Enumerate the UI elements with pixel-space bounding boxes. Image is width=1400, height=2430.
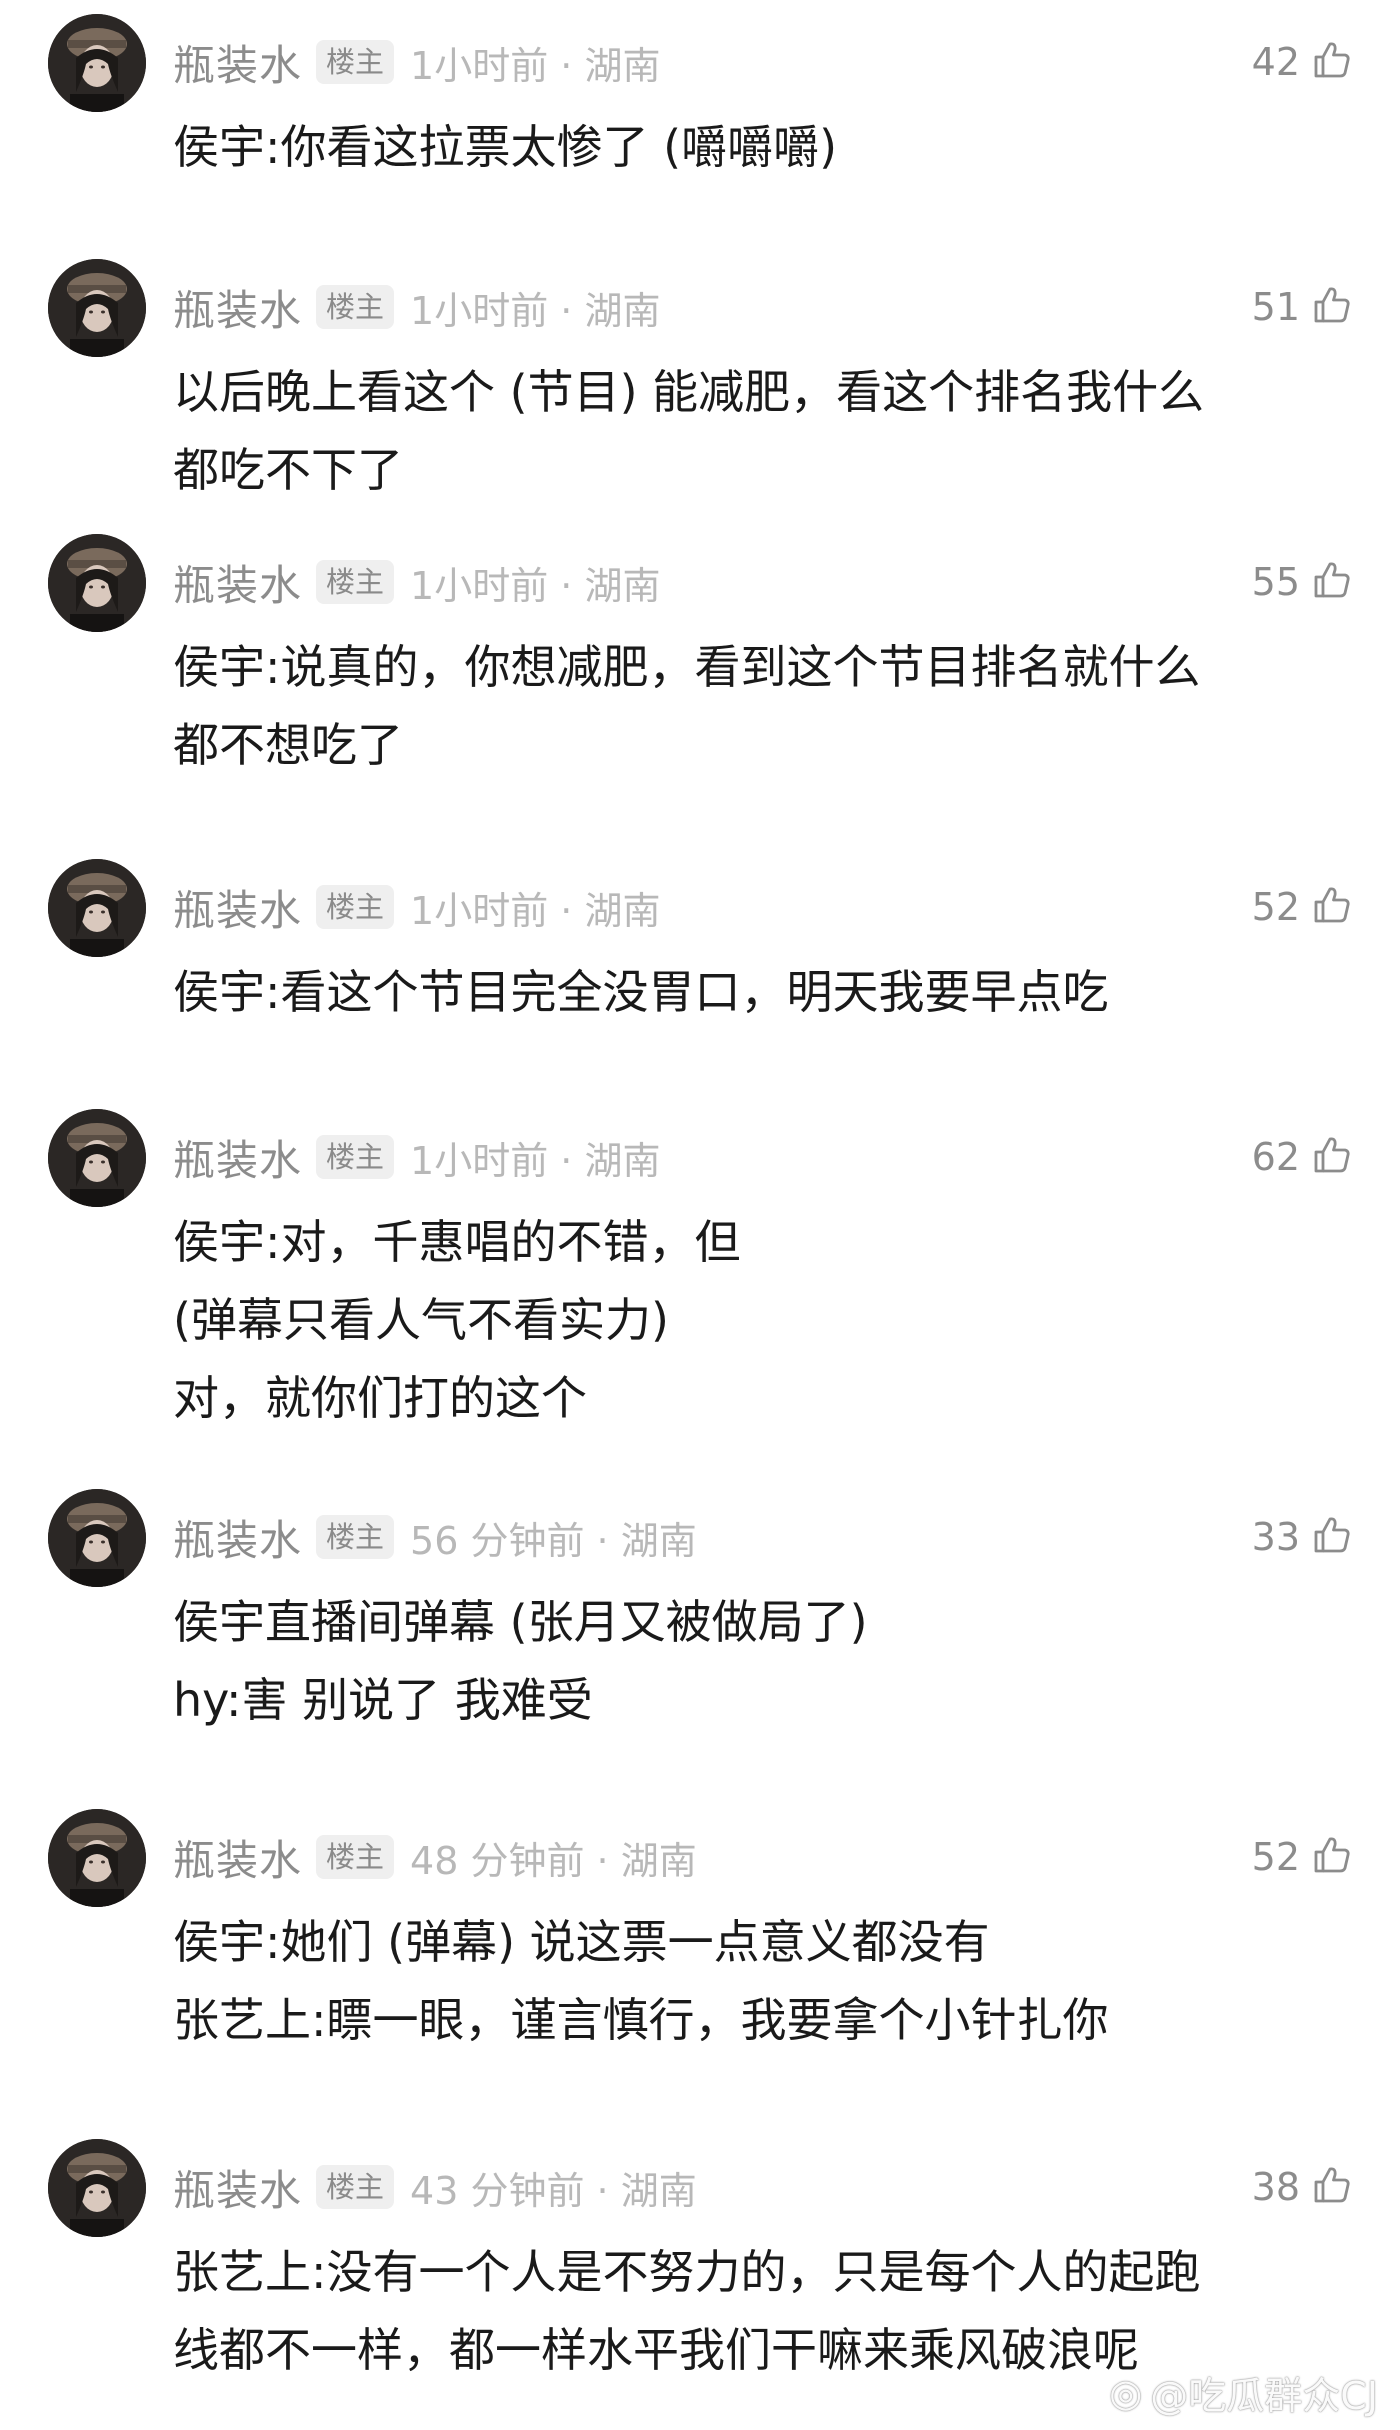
avatar[interactable] [48, 14, 146, 112]
comment-meta: 瓶装水 楼主 43 分钟前 · 湖南 [173, 2155, 697, 2219]
like-count: 52 [1251, 885, 1300, 929]
timestamp-location: 1小时前 · 湖南 [410, 1138, 661, 1183]
like-count: 55 [1251, 560, 1300, 604]
comment-text-line: 侯宇:你看这拉票太惨了 (嚼嚼嚼) [173, 120, 838, 174]
avatar[interactable] [48, 534, 146, 632]
comment-text-line: 张艺上:没有一个人是不努力的，只是每个人的起跑 [173, 2245, 1201, 2299]
thumbs-up-icon[interactable] [1312, 2165, 1352, 2209]
comment-meta: 瓶装水 楼主 1小时前 · 湖南 [173, 275, 660, 339]
timestamp-location: 43 分钟前 · 湖南 [410, 2168, 697, 2213]
username[interactable]: 瓶装水 [173, 1127, 302, 1188]
like-button[interactable]: 52 [1252, 875, 1352, 939]
like-count: 62 [1251, 1135, 1300, 1179]
thumbs-up-icon[interactable] [1312, 285, 1352, 329]
like-count: 33 [1251, 1515, 1300, 1559]
thumbs-up-icon[interactable] [1312, 1515, 1352, 1559]
timestamp-location: 48 分钟前 · 湖南 [410, 1838, 697, 1883]
comment-text-line: 张艺上:瞟一眼，谨言慎行，我要拿个小针扎你 [173, 1993, 1109, 2047]
comment-meta: 瓶装水 楼主 1小时前 · 湖南 [173, 30, 660, 94]
comment-meta: 瓶装水 楼主 48 分钟前 · 湖南 [173, 1825, 697, 1889]
comment-body: 侯宇:你看这拉票太惨了 (嚼嚼嚼) [173, 108, 1353, 186]
op-badge: 楼主 [316, 1135, 395, 1179]
thumbs-up-icon[interactable] [1312, 885, 1352, 929]
comment-body: 侯宇直播间弹幕 (张月又被做局了) hy:害 别说了 我难受 [173, 1583, 1353, 1739]
thumbs-up-icon[interactable] [1312, 560, 1352, 604]
comment-text-line: hy:害 别说了 我难受 [173, 1673, 593, 1727]
comment-body: 侯宇:说真的，你想减肥，看到这个节目排名就什么 都不想吃了 [173, 628, 1353, 784]
like-button[interactable]: 33 [1252, 1505, 1352, 1569]
comment-text-line: 侯宇:对，千惠唱的不错，但 [173, 1215, 741, 1269]
avatar[interactable] [48, 1109, 146, 1207]
like-button[interactable]: 51 [1252, 275, 1352, 339]
comment-text-line: 都不想吃了 [173, 718, 403, 772]
timestamp-location: 1小时前 · 湖南 [410, 288, 661, 333]
weibo-icon: ◎ [1109, 2370, 1143, 2415]
comment-body: 以后晚上看这个 (节目) 能减肥，看这个排名我什么 都吃不下了 [173, 353, 1353, 509]
avatar[interactable] [48, 2139, 146, 2237]
comment-body: 侯宇:看这个节目完全没胃口，明天我要早点吃 [173, 953, 1353, 1031]
like-button[interactable]: 42 [1252, 30, 1352, 94]
comment-text-line: 以后晚上看这个 (节目) 能减肥，看这个排名我什么 [173, 365, 1205, 419]
thumbs-up-icon[interactable] [1312, 1835, 1352, 1879]
watermark-text: @吃瓜群众CJ [1150, 2374, 1378, 2418]
comment-meta: 瓶装水 楼主 1小时前 · 湖南 [173, 1125, 660, 1189]
username[interactable]: 瓶装水 [173, 32, 302, 93]
like-count: 51 [1251, 285, 1300, 329]
like-button[interactable]: 62 [1252, 1125, 1352, 1189]
like-count: 38 [1251, 2165, 1300, 2209]
avatar[interactable] [48, 1489, 146, 1587]
like-button[interactable]: 38 [1252, 2155, 1352, 2219]
username[interactable]: 瓶装水 [173, 277, 302, 338]
avatar[interactable] [48, 259, 146, 357]
timestamp-location: 56 分钟前 · 湖南 [410, 1518, 697, 1563]
op-badge: 楼主 [316, 2165, 395, 2209]
comment-text-line: 侯宇:说真的，你想减肥，看到这个节目排名就什么 [173, 640, 1201, 694]
timestamp-location: 1小时前 · 湖南 [410, 43, 661, 88]
timestamp-location: 1小时前 · 湖南 [410, 888, 661, 933]
comment-body: 侯宇:她们 (弹幕) 说这票一点意义都没有张艺上:瞟一眼，谨言慎行，我要拿个小针… [173, 1903, 1353, 2059]
username[interactable]: 瓶装水 [173, 1507, 302, 1568]
watermark: ◎ @吃瓜群众CJ [1109, 2365, 1378, 2420]
username[interactable]: 瓶装水 [173, 1827, 302, 1888]
like-count: 52 [1251, 1835, 1300, 1879]
thumbs-up-icon[interactable] [1312, 40, 1352, 84]
username[interactable]: 瓶装水 [173, 877, 302, 938]
comment-body: 侯宇:对，千惠唱的不错，但 (弹幕只看人气不看实力) 对，就你们打的这个 [173, 1203, 1353, 1437]
thumbs-up-icon[interactable] [1312, 1135, 1352, 1179]
comment-text-line: 侯宇:她们 (弹幕) 说这票一点意义都没有 [173, 1915, 990, 1969]
op-badge: 楼主 [316, 285, 395, 329]
like-button[interactable]: 55 [1252, 550, 1352, 614]
op-badge: 楼主 [316, 885, 395, 929]
username[interactable]: 瓶装水 [173, 2157, 302, 2218]
comment-meta: 瓶装水 楼主 56 分钟前 · 湖南 [173, 1505, 697, 1569]
avatar[interactable] [48, 859, 146, 957]
comment-text-line: 对，就你们打的这个 [173, 1371, 587, 1425]
comment-text-line: 侯宇直播间弹幕 (张月又被做局了) [173, 1595, 868, 1649]
avatar[interactable] [48, 1809, 146, 1907]
comment-meta: 瓶装水 楼主 1小时前 · 湖南 [173, 550, 660, 614]
like-count: 42 [1251, 40, 1300, 84]
like-button[interactable]: 52 [1252, 1825, 1352, 1889]
op-badge: 楼主 [316, 560, 395, 604]
op-badge: 楼主 [316, 40, 395, 84]
timestamp-location: 1小时前 · 湖南 [410, 563, 661, 608]
comment-text-line: 侯宇:看这个节目完全没胃口，明天我要早点吃 [173, 965, 1109, 1019]
op-badge: 楼主 [316, 1835, 395, 1879]
comment-text-line: 都吃不下了 [173, 443, 403, 497]
username[interactable]: 瓶装水 [173, 552, 302, 613]
comment-text-line: (弹幕只看人气不看实力) [173, 1293, 669, 1347]
comment-meta: 瓶装水 楼主 1小时前 · 湖南 [173, 875, 660, 939]
op-badge: 楼主 [316, 1515, 395, 1559]
